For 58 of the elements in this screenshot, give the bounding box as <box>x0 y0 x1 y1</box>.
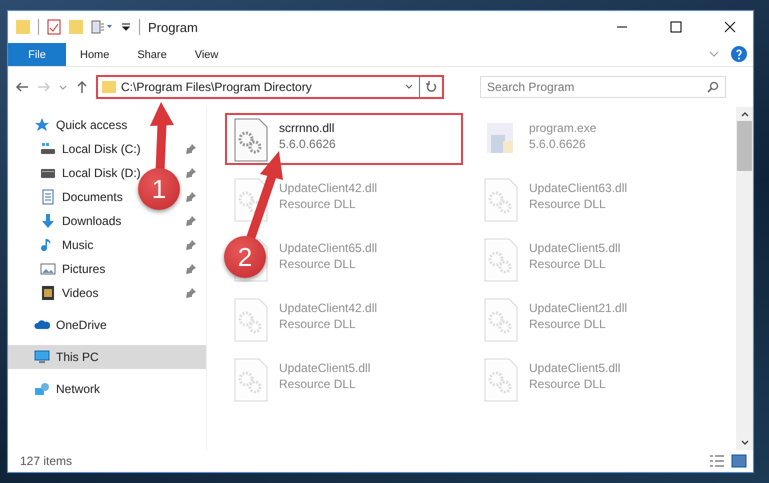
file-name: scrrnno.dll <box>279 121 336 135</box>
dropdown-icon[interactable] <box>121 22 131 32</box>
file-detail: Resource DLL <box>279 377 357 391</box>
docs-icon <box>40 189 56 205</box>
customize-toolbar-icon[interactable] <box>91 19 113 35</box>
item-count: 127 items <box>20 454 72 468</box>
sidebar-item[interactable]: This PC <box>8 345 206 369</box>
file-detail: Resource DLL <box>529 377 607 391</box>
sidebar-item[interactable]: Documents <box>62 190 123 204</box>
large-icons-view-icon[interactable] <box>731 454 747 468</box>
sidebar-item[interactable]: Videos <box>62 286 98 300</box>
ribbon-tab[interactable]: File <box>8 43 66 66</box>
pictures-icon <box>40 261 56 277</box>
file-detail: 5.6.0.6626 <box>279 137 336 151</box>
pc-icon <box>34 349 50 365</box>
scroll-thumb[interactable] <box>737 121 752 171</box>
pin-icon[interactable] <box>186 144 196 154</box>
search-field[interactable]: Search Program <box>480 76 726 98</box>
maximize-icon <box>670 21 682 33</box>
sidebar-item[interactable]: Network <box>56 382 100 396</box>
pin-icon[interactable] <box>186 192 196 202</box>
file-detail: Resource DLL <box>279 257 357 271</box>
pin-icon[interactable] <box>186 216 196 226</box>
videos-icon <box>40 285 56 301</box>
sidebar-item[interactable]: Pictures <box>62 262 106 276</box>
sidebar-item[interactable]: Local Disk (D:) <box>62 166 141 180</box>
close-icon <box>724 21 736 33</box>
star-icon <box>34 117 50 133</box>
pin-icon[interactable] <box>186 288 196 298</box>
search-icon <box>707 81 719 93</box>
sidebar-item[interactable]: Music <box>62 238 94 252</box>
ribbon-tab[interactable]: Share <box>123 43 181 66</box>
file-detail: Resource DLL <box>529 257 607 271</box>
file-item[interactable]: scrrnno.dll 5.6.0.6626 <box>225 113 463 165</box>
help-icon[interactable] <box>731 46 747 62</box>
file-detail: Resource DLL <box>529 197 607 211</box>
pin-icon[interactable] <box>186 168 196 178</box>
pin-icon[interactable] <box>186 240 196 250</box>
refresh-icon <box>425 81 437 93</box>
file-detail: Resource DLL <box>529 317 607 331</box>
drive-c-icon <box>40 141 56 157</box>
ribbon-tab[interactable]: View <box>180 43 232 66</box>
file-detail: 5.6.0.6626 <box>529 137 587 151</box>
address-field[interactable]: C:\Program Files\Program Directory <box>96 75 444 99</box>
ribbon-tab[interactable]: Home <box>66 43 124 66</box>
details-view-icon[interactable] <box>709 454 725 468</box>
folder-icon <box>102 80 116 94</box>
window-title: Program <box>148 20 198 34</box>
file-detail: Resource DLL <box>279 317 357 331</box>
file-detail: Resource DLL <box>279 197 357 211</box>
sidebar-item[interactable]: Local Disk (C:) <box>62 142 141 156</box>
download-icon <box>40 213 56 229</box>
sidebar-item[interactable]: Downloads <box>62 214 122 228</box>
network-icon <box>34 381 50 397</box>
pin-icon[interactable] <box>186 264 196 274</box>
sidebar-item[interactable]: OneDrive <box>56 318 107 332</box>
sidebar-item[interactable]: Quick access <box>56 118 128 132</box>
properties-icon[interactable] <box>47 19 61 35</box>
